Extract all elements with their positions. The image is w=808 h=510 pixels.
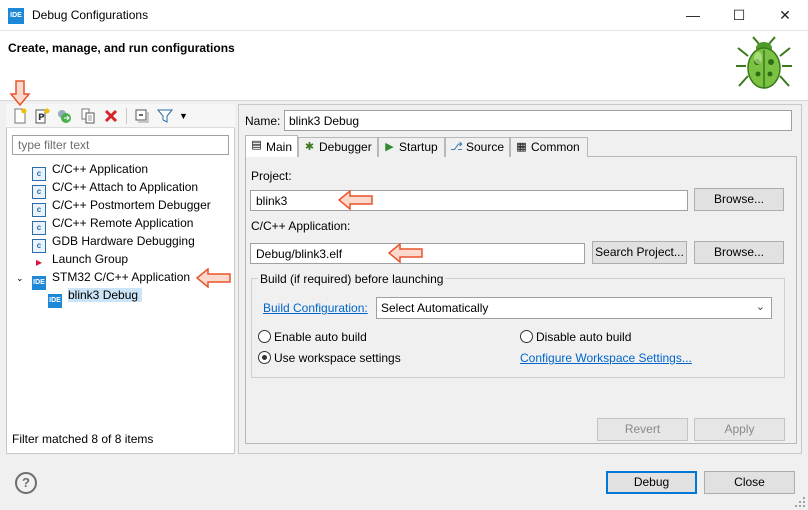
- ide-app-icon: IDE: [8, 8, 24, 24]
- resize-grip-icon[interactable]: [794, 496, 806, 508]
- project-browse-button[interactable]: Browse...: [694, 188, 784, 211]
- collapse-all-icon[interactable]: [134, 108, 150, 124]
- svg-text:P: P: [38, 113, 45, 123]
- tree-item-label: C/C++ Remote Application: [52, 216, 194, 230]
- delete-icon[interactable]: [103, 108, 119, 124]
- new-prototype-icon[interactable]: P: [34, 108, 50, 124]
- source-icon: ⎇: [450, 141, 463, 153]
- filter-input[interactable]: [12, 135, 229, 155]
- enable-auto-build-radio[interactable]: [258, 330, 271, 343]
- filter-status: Filter matched 8 of 8 items: [12, 432, 154, 446]
- new-configuration-icon[interactable]: [12, 108, 28, 124]
- annotation-arrow-left-icon: [196, 268, 231, 288]
- close-window-button[interactable]: ✕: [762, 0, 808, 31]
- debug-button[interactable]: Debug: [606, 471, 697, 494]
- tab-source[interactable]: ⎇ Source: [445, 137, 510, 157]
- debugger-icon: ✱: [304, 141, 315, 153]
- tree-item-gdb-hardware[interactable]: c GDB Hardware Debugging: [16, 232, 211, 253]
- apply-button[interactable]: Apply: [694, 418, 785, 441]
- chevron-down-icon[interactable]: ⌄: [16, 269, 32, 287]
- filter-icon[interactable]: [157, 108, 173, 124]
- common-icon: ▦: [516, 141, 527, 153]
- configure-workspace-settings-link[interactable]: Configure Workspace Settings...: [520, 351, 692, 365]
- tree-item-c-remote[interactable]: c C/C++ Remote Application: [16, 214, 211, 235]
- tree-item-label: C/C++ Attach to Application: [52, 180, 199, 194]
- configuration-tree: c C/C++ Application c C/C++ Attach to Appl…: [16, 160, 211, 308]
- tab-label: Startup: [399, 140, 438, 154]
- disable-auto-build-label: Disable auto build: [536, 330, 632, 344]
- project-input[interactable]: [250, 190, 688, 211]
- launch-group-icon: ▸: [35, 255, 43, 269]
- build-configuration-link[interactable]: Build Configuration:: [263, 301, 368, 315]
- enable-auto-build-label: Enable auto build: [274, 330, 367, 344]
- view-menu-icon[interactable]: ▼: [179, 108, 188, 124]
- tree-item-label: C/C++ Application: [52, 162, 149, 176]
- tab-startup[interactable]: ▶ Startup: [378, 137, 445, 157]
- ide-icon: IDE: [48, 294, 62, 308]
- tree-item-label: STM32 C/C++ Application: [52, 270, 191, 284]
- tree-item-c-postmortem[interactable]: c C/C++ Postmortem Debugger: [16, 196, 211, 217]
- annotation-arrow-left-icon: [388, 243, 423, 263]
- name-label: Name:: [245, 114, 281, 128]
- build-configuration-select[interactable]: Select Automatically ⌄: [376, 297, 772, 319]
- tree-item-c-application[interactable]: c C/C++ Application: [16, 160, 211, 181]
- duplicate-icon[interactable]: [80, 108, 96, 124]
- project-label: Project:: [251, 169, 292, 183]
- tree-item-label: GDB Hardware Debugging: [52, 234, 195, 248]
- window-title: Debug Configurations: [32, 8, 149, 22]
- export-icon[interactable]: [56, 108, 72, 124]
- ide-icon: IDE: [32, 276, 46, 290]
- application-label: C/C++ Application:: [251, 219, 351, 233]
- toolbar-separator: [126, 108, 127, 124]
- maximize-button[interactable]: ☐: [716, 0, 762, 31]
- minimize-button[interactable]: —: [670, 0, 716, 31]
- help-icon[interactable]: ?: [15, 472, 37, 494]
- tree-item-launch-group[interactable]: ▸ Launch Group: [16, 250, 211, 269]
- close-button[interactable]: Close: [704, 471, 795, 494]
- tree-item-label: Launch Group: [52, 252, 129, 266]
- chevron-down-icon: ⌄: [755, 301, 765, 313]
- tab-label: Source: [466, 140, 505, 154]
- tab-debugger[interactable]: ✱ Debugger: [298, 137, 378, 157]
- startup-icon: ▶: [385, 141, 394, 153]
- use-workspace-settings-label: Use workspace settings: [274, 351, 401, 365]
- disable-auto-build-radio[interactable]: [520, 330, 533, 343]
- search-project-button[interactable]: Search Project...: [592, 241, 687, 264]
- annotation-arrow-down-icon: [10, 80, 30, 106]
- tab-common[interactable]: ▦ Common: [510, 137, 588, 157]
- tree-item-label: blink3 Debug: [68, 288, 143, 302]
- header-title: Create, manage, and run configurations: [8, 41, 235, 55]
- tab-label: Debugger: [319, 140, 372, 154]
- tree-item-label: C/C++ Postmortem Debugger: [52, 198, 211, 212]
- build-configuration-value: Select Automatically: [381, 301, 489, 315]
- annotation-arrow-left-icon: [338, 190, 373, 210]
- tree-item-c-attach[interactable]: c C/C++ Attach to Application: [16, 178, 211, 199]
- use-workspace-settings-radio[interactable]: [258, 351, 271, 364]
- revert-button[interactable]: Revert: [597, 418, 688, 441]
- application-browse-button[interactable]: Browse...: [694, 241, 784, 264]
- main-icon: ▤: [251, 139, 262, 151]
- tree-item-stm32-application[interactable]: ⌄ IDE STM32 C/C++ Application: [16, 268, 211, 290]
- tab-label: Main: [266, 140, 293, 154]
- tab-main[interactable]: ▤ Main: [245, 135, 298, 157]
- build-group-title: Build (if required) before launching: [258, 272, 446, 286]
- name-input[interactable]: [284, 110, 792, 131]
- bug-icon: [736, 36, 792, 89]
- tab-label: Common: [531, 140, 580, 154]
